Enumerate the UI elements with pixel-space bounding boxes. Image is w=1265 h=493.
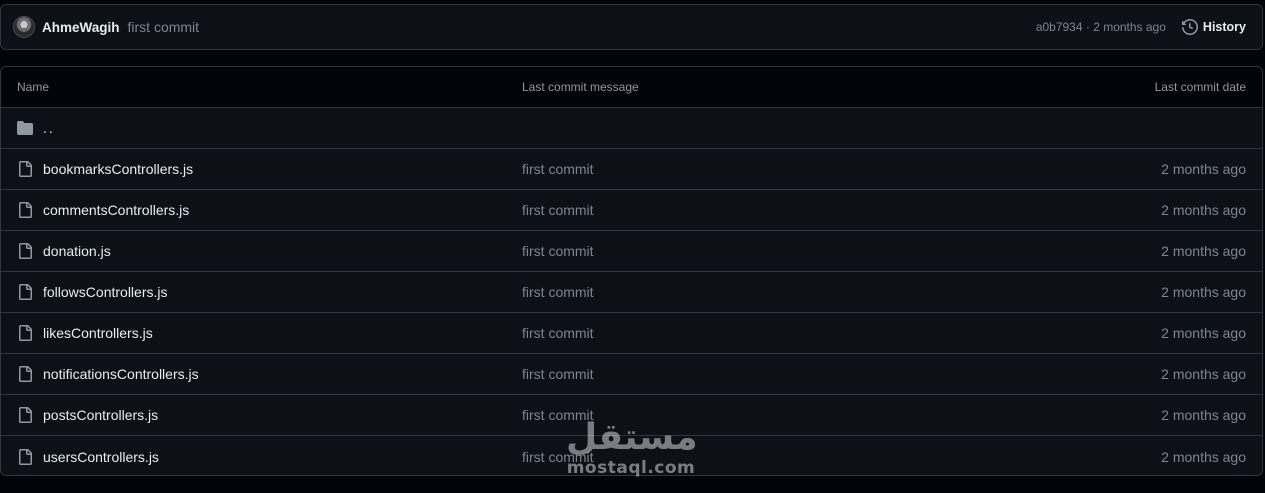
table-row: followsControllers.js first commit 2 mon… [1,272,1262,313]
commit-date: 2 months ago [1161,284,1246,300]
header-last-commit-message: Last commit message [522,80,639,94]
file-icon [17,407,33,423]
table-row: notificationsControllers.js first commit… [1,354,1262,395]
table-row: usersControllers.js first commit 2 month… [1,436,1262,475]
commit-message-link[interactable]: first commit [522,284,946,300]
commit-date: 2 months ago [1161,325,1246,341]
commit-date: 2 months ago [1161,366,1246,382]
file-table: Name Last commit message Last commit dat… [0,66,1263,476]
commit-message-link[interactable]: first commit [522,366,946,382]
table-row: postsControllers.js first commit 2 month… [1,395,1262,436]
commit-hash-time[interactable]: a0b7934 · 2 months ago [1036,20,1166,34]
file-link[interactable]: postsControllers.js [43,407,158,423]
commit-date: 2 months ago [1161,243,1246,259]
avatar[interactable] [13,16,35,38]
file-icon [17,325,33,341]
file-link[interactable]: notificationsControllers.js [43,366,199,382]
commit-date: 2 months ago [1161,161,1246,177]
file-icon [17,366,33,382]
history-button[interactable]: History [1181,19,1246,35]
file-link[interactable]: followsControllers.js [43,284,167,300]
file-icon [17,202,33,218]
commit-message-link[interactable]: first commit [522,243,946,259]
table-row: donation.js first commit 2 months ago [1,231,1262,272]
file-link[interactable]: usersControllers.js [43,449,159,465]
history-label: History [1202,20,1246,34]
file-icon [17,448,33,465]
table-row: commentsControllers.js first commit 2 mo… [1,190,1262,231]
commit-message-link[interactable]: first commit [522,407,946,423]
table-row: bookmarksControllers.js first commit 2 m… [1,149,1262,190]
file-icon [17,284,33,300]
folder-icon [17,120,33,136]
commit-message-link[interactable]: first commit [522,325,946,341]
file-icon [17,243,33,259]
table-row: likesControllers.js first commit 2 month… [1,313,1262,354]
commit-date: 2 months ago [1161,407,1246,423]
parent-directory-row[interactable]: .. [1,108,1262,149]
file-link[interactable]: bookmarksControllers.js [43,161,193,177]
latest-commit-bar: AhmeWagih first commit a0b7934 · 2 month… [0,4,1263,50]
header-last-commit-date: Last commit date [1154,80,1246,94]
parent-directory-link[interactable]: .. [43,120,55,136]
commit-date: 2 months ago [1161,202,1246,218]
file-link[interactable]: commentsControllers.js [43,202,189,218]
commit-date: 2 months ago [1161,448,1246,465]
history-icon [1181,19,1198,35]
file-link[interactable]: likesControllers.js [43,325,153,341]
file-link[interactable]: donation.js [43,243,111,259]
header-name: Name [17,80,50,94]
commit-message-link[interactable]: first commit [522,202,946,218]
file-icon [17,161,33,177]
commit-message-link[interactable]: first commit [522,449,946,465]
table-header: Name Last commit message Last commit dat… [1,67,1262,108]
commit-message-link[interactable]: first commit [128,19,200,35]
commit-message-link[interactable]: first commit [522,161,946,177]
commit-author-link[interactable]: AhmeWagih [42,20,120,35]
